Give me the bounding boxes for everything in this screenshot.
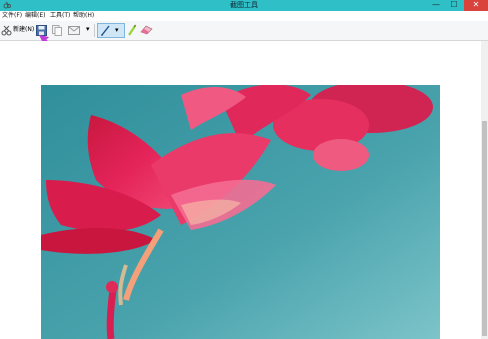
scissors-icon	[1, 25, 12, 36]
menu-edit[interactable]: 编辑(E)	[25, 12, 45, 20]
maximize-button[interactable]: ☐	[446, 0, 462, 11]
title-bar: 截图工具 — ☐ ✕	[0, 0, 488, 11]
window-title: 截图工具	[230, 1, 258, 9]
flower-photo	[41, 85, 440, 339]
menu-bar: 文件(F) 编辑(E) 工具(T) 帮助(H)	[0, 11, 488, 21]
menu-tools[interactable]: 工具(T)	[50, 12, 70, 20]
send-dropdown-arrow-icon[interactable]: ▾	[86, 25, 90, 34]
pen-tool-button[interactable]: ▾	[97, 23, 125, 38]
menu-file[interactable]: 文件(F)	[2, 12, 22, 20]
minimize-button[interactable]: —	[428, 0, 444, 11]
captured-flower-image	[41, 85, 440, 339]
scrollbar-thumb[interactable]	[482, 121, 487, 336]
menu-help[interactable]: 帮助(H)	[73, 12, 94, 20]
highlighter-icon[interactable]	[127, 24, 137, 36]
vertical-scrollbar[interactable]	[481, 41, 488, 339]
pen-icon	[101, 25, 110, 36]
new-snip-label: 新建(N)	[13, 26, 35, 33]
close-button[interactable]: ✕	[464, 0, 488, 11]
eraser-icon[interactable]	[140, 25, 153, 35]
pen-dropdown-arrow-icon[interactable]: ▾	[115, 26, 119, 35]
toolbar-separator	[94, 24, 95, 37]
